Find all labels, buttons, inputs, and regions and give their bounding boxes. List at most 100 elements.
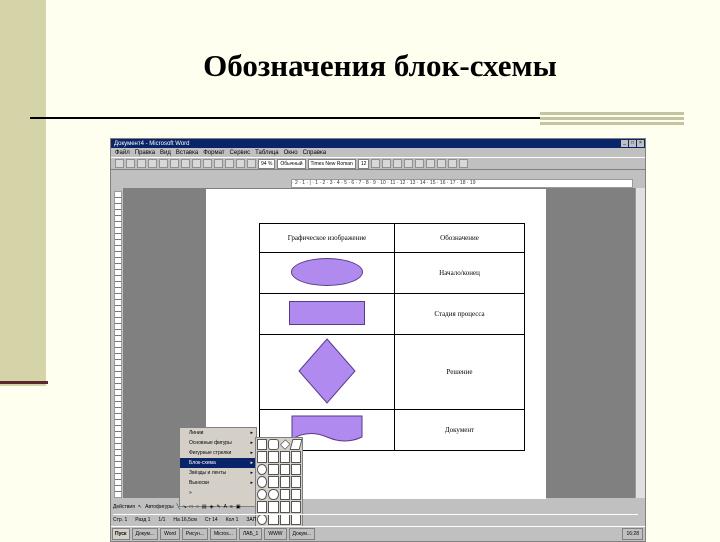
columns-icon[interactable] (247, 159, 256, 168)
oval-shape[interactable] (291, 258, 363, 286)
menu-edit[interactable]: Правка (135, 150, 155, 156)
flowchart-predefined-icon[interactable] (257, 451, 268, 463)
paste-icon[interactable] (203, 159, 212, 168)
task-button[interactable]: Докум... (131, 528, 159, 540)
task-button[interactable]: ЛАБ_1 (238, 528, 263, 540)
menu-block-arrows[interactable]: Фигурные стрелки ▸ (180, 448, 256, 458)
underline-icon[interactable] (393, 159, 403, 168)
horizontal-ruler[interactable]: · 2 · 1 · | · 1 · 2 · 3 · 4 · 5 · 6 · 7 … (291, 179, 633, 188)
flowchart-card-icon[interactable] (279, 476, 290, 488)
cell-oval[interactable] (259, 252, 395, 294)
size-select[interactable]: 12 (357, 158, 370, 169)
close-button[interactable]: × (637, 140, 644, 147)
align-center-icon[interactable] (415, 159, 425, 168)
menu-tools[interactable]: Сервис (230, 150, 251, 156)
flowchart-multidocument-icon[interactable] (290, 451, 301, 463)
menu-stars-banners[interactable]: Звёзды и ленты ▸ (180, 468, 256, 478)
menu-table[interactable]: Таблица (255, 150, 279, 156)
table-icon[interactable] (236, 159, 245, 168)
diamond-shape[interactable] (297, 338, 357, 404)
vertical-scrollbar[interactable] (635, 188, 645, 498)
rectangle-tool-icon[interactable]: □ (190, 504, 193, 510)
shadow-icon[interactable]: ▣ (236, 504, 241, 510)
flowchart-sort-icon[interactable] (290, 488, 301, 501)
autoshapes-button[interactable]: Автофигуры (145, 504, 173, 510)
header-meaning[interactable]: Обозначение (394, 223, 525, 253)
header-graphic[interactable]: Графическое изображение (259, 223, 395, 253)
save-icon[interactable] (137, 159, 146, 168)
spelling-icon[interactable] (170, 159, 179, 168)
new-icon[interactable] (115, 159, 124, 168)
justify-icon[interactable] (437, 159, 447, 168)
label-start-end[interactable]: Начало/конец (394, 252, 525, 294)
print-icon[interactable] (148, 159, 157, 168)
redo-icon[interactable] (225, 159, 234, 168)
start-button[interactable]: Пуск (112, 528, 130, 540)
menu-callouts[interactable]: Выноски ▸ (180, 478, 256, 488)
menu-basic-shapes[interactable]: Основные фигуры ▸ (180, 438, 256, 448)
font-color-icon[interactable]: A (224, 504, 227, 510)
oval-tool-icon[interactable]: ○ (196, 504, 199, 510)
fill-color-icon[interactable]: ◈ (210, 504, 214, 510)
flowchart-collate-icon[interactable] (279, 488, 290, 501)
align-left-icon[interactable] (404, 159, 414, 168)
flowchart-terminator-icon[interactable] (257, 463, 268, 476)
align-right-icon[interactable] (426, 159, 436, 168)
arrow-icon[interactable]: ↘ (183, 504, 187, 510)
cut-icon[interactable] (181, 159, 190, 168)
label-decision[interactable]: Решение (394, 334, 525, 410)
flowchart-decision-icon[interactable] (279, 439, 290, 451)
task-button[interactable]: Word (160, 528, 180, 540)
numbering-icon[interactable] (448, 159, 458, 168)
flowchart-document-icon[interactable] (279, 451, 290, 463)
task-button[interactable]: Рисун... (181, 528, 208, 540)
menu-insert[interactable]: Вставка (176, 150, 198, 156)
menu-format[interactable]: Формат (203, 150, 224, 156)
cell-rectangle[interactable] (259, 293, 395, 335)
menu-view[interactable]: Вид (160, 150, 171, 156)
menu-more[interactable]: » (180, 488, 256, 498)
flowchart-connector-icon[interactable] (257, 476, 268, 488)
flowchart-data-icon[interactable] (289, 439, 303, 451)
minimize-button[interactable]: _ (621, 140, 628, 147)
status-mode[interactable]: ЗАП (246, 517, 256, 523)
style-select[interactable]: Обычный (277, 158, 306, 169)
bold-icon[interactable] (371, 159, 381, 168)
maximize-button[interactable]: □ (629, 140, 636, 147)
italic-icon[interactable] (382, 159, 392, 168)
select-icon[interactable]: ↖ (138, 504, 142, 510)
flowchart-offpage-icon[interactable] (268, 476, 279, 488)
menu-help[interactable]: Справка (303, 150, 327, 156)
flowchart-alt-process-icon[interactable] (268, 439, 279, 451)
task-button[interactable]: WWW (264, 528, 287, 540)
flowchart-preparation-icon[interactable] (268, 463, 279, 476)
label-document[interactable]: Документ (394, 409, 525, 451)
task-button[interactable]: Докум... (288, 528, 316, 540)
bullets-icon[interactable] (459, 159, 469, 168)
menu-file[interactable]: Файл (115, 150, 130, 156)
menu-window[interactable]: Окно (284, 150, 298, 156)
font-select[interactable]: Times New Roman (307, 158, 356, 169)
vertical-ruler[interactable] (114, 191, 122, 498)
flowchart-internal-storage-icon[interactable] (268, 451, 279, 463)
task-button[interactable]: Micros... (209, 528, 237, 540)
menu-flowchart[interactable]: Блок-схема ▸ (180, 458, 256, 468)
flowchart-manual-input-icon[interactable] (279, 463, 290, 476)
copy-icon[interactable] (192, 159, 201, 168)
label-process[interactable]: Стадия процесса (394, 293, 525, 335)
flowchart-junction-icon[interactable] (257, 488, 268, 501)
undo-icon[interactable] (214, 159, 223, 168)
line-color-icon[interactable]: ✎ (216, 504, 220, 510)
textbox-icon[interactable]: ▤ (202, 504, 207, 510)
rectangle-shape[interactable] (289, 301, 365, 325)
menu-lines[interactable]: Линии ▸ (180, 428, 256, 438)
preview-icon[interactable] (159, 159, 168, 168)
cell-diamond[interactable] (259, 334, 395, 410)
flowchart-manual-operation-icon[interactable] (290, 463, 301, 476)
line-style-icon[interactable]: ≡ (230, 504, 233, 510)
zoom-select[interactable]: 94 % (258, 158, 276, 169)
flowchart-tape-icon[interactable] (290, 476, 301, 488)
flowchart-process-icon[interactable] (257, 439, 268, 451)
draw-menu-button[interactable]: Действия (113, 504, 135, 510)
flowchart-or-icon[interactable] (268, 488, 279, 501)
